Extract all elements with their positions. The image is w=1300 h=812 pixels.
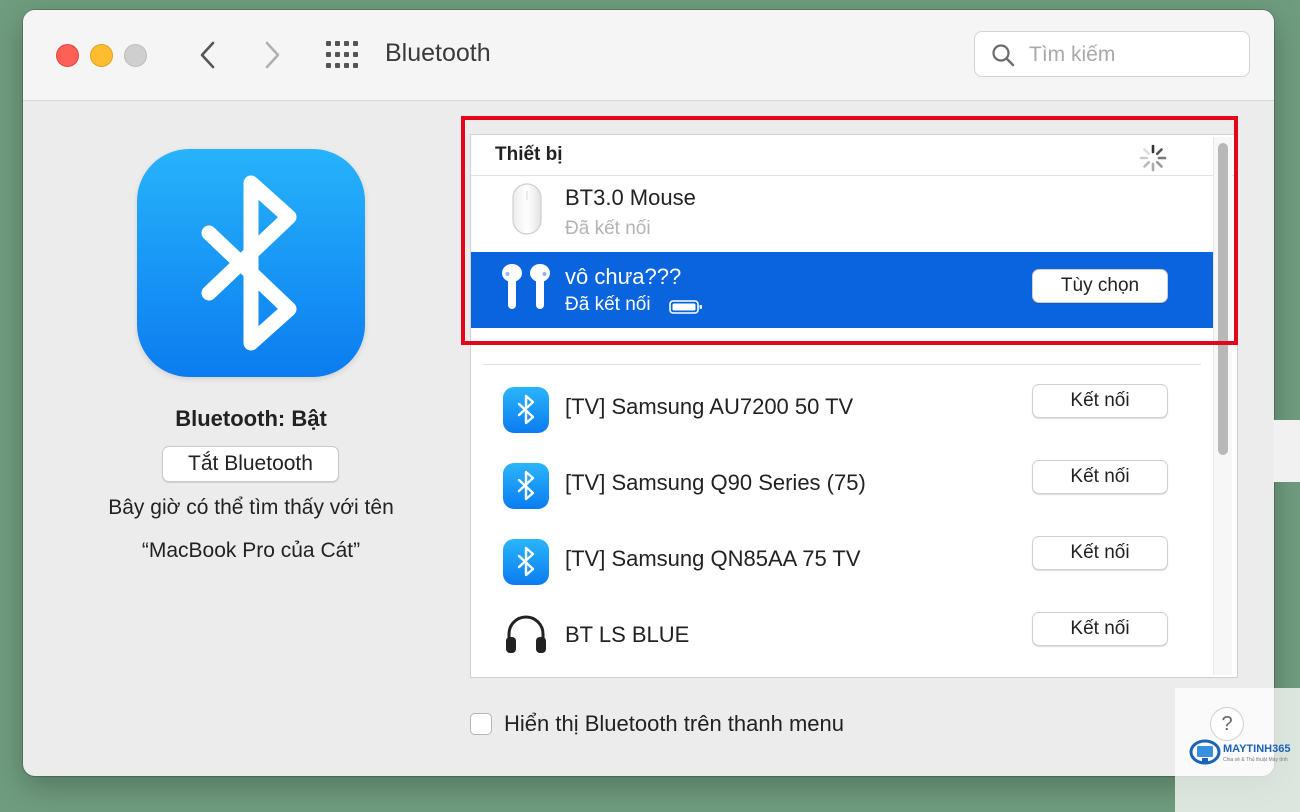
show-in-menu-bar-checkbox[interactable] (470, 713, 492, 735)
device-name: [TV] Samsung QN85AA 75 TV (565, 546, 861, 571)
device-name: [TV] Samsung Q90 Series (75) (565, 470, 866, 495)
device-row-samsung-au7200[interactable]: [TV] Samsung AU7200 50 TV Kết nối (471, 372, 1213, 448)
zoom-window-button[interactable] (124, 44, 147, 67)
bluetooth-app-icon (137, 149, 365, 377)
search-icon (992, 44, 1015, 67)
discoverable-text: Bây giờ có thể tìm thấy với tên (108, 496, 394, 519)
computer-logo-icon (1189, 739, 1221, 765)
highlight-box (461, 116, 1238, 345)
search-field[interactable] (974, 31, 1250, 77)
section-divider (483, 364, 1201, 365)
watermark-brand: MAYTINH365 (1223, 743, 1291, 755)
device-name-text: “MacBook Pro của Cát” (141, 539, 361, 562)
show-all-grid-button[interactable] (326, 41, 358, 69)
bluetooth-icon (503, 463, 549, 509)
connect-button[interactable]: Kết nối (1032, 460, 1168, 494)
bluetooth-symbol-icon (201, 175, 297, 351)
device-name: [TV] Samsung AU7200 50 TV (565, 394, 854, 419)
connect-button[interactable]: Kết nối (1032, 612, 1168, 646)
device-name: BT LS BLUE (565, 622, 690, 647)
headphones-icon (506, 615, 546, 653)
window-title: Bluetooth (385, 39, 491, 67)
chevron-left-icon (200, 41, 215, 69)
title-bar: Bluetooth (23, 10, 1274, 101)
turn-off-bluetooth-button[interactable]: Tắt Bluetooth (162, 446, 339, 482)
background-window-edge (1274, 420, 1300, 482)
connect-button[interactable]: Kết nối (1032, 384, 1168, 418)
close-window-button[interactable] (56, 44, 79, 67)
search-input[interactable] (1027, 40, 1241, 70)
bluetooth-preferences-window: Bluetooth Bluetooth: Bật Tắt Bluetooth B… (23, 10, 1274, 776)
device-row-bt-ls-blue[interactable]: BT LS BLUE Kết nối (471, 600, 1213, 676)
back-button[interactable] (193, 38, 223, 72)
watermark-logo: MAYTINH365 Chia sẻ & Thủ thuật Máy tính (1187, 733, 1292, 773)
device-row-samsung-q90[interactable]: [TV] Samsung Q90 Series (75) Kết nối (471, 448, 1213, 524)
watermark-tagline: Chia sẻ & Thủ thuật Máy tính (1223, 757, 1288, 763)
bluetooth-status: Bluetooth: Bật (175, 406, 327, 431)
chevron-right-icon (265, 41, 280, 69)
device-row-samsung-qn85aa[interactable]: [TV] Samsung QN85AA 75 TV Kết nối (471, 524, 1213, 600)
bluetooth-icon (503, 539, 549, 585)
minimize-window-button[interactable] (90, 44, 113, 67)
connect-button[interactable]: Kết nối (1032, 536, 1168, 570)
bluetooth-icon (503, 387, 549, 433)
show-in-menu-bar-label: Hiển thị Bluetooth trên thanh menu (504, 711, 845, 736)
forward-button[interactable] (257, 38, 287, 72)
